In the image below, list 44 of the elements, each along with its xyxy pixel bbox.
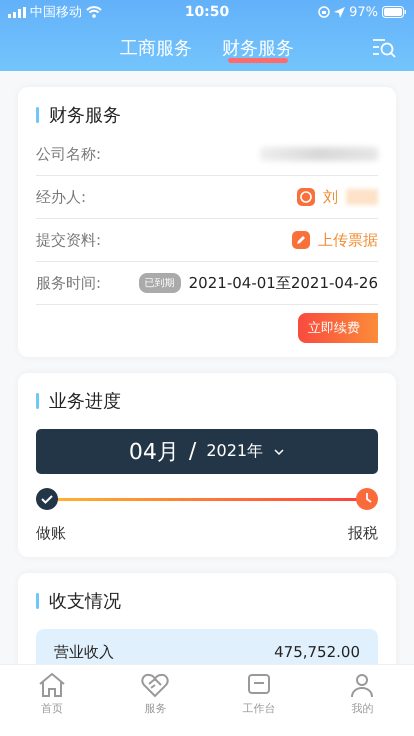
card-title: 业务进度: [49, 390, 121, 413]
wifi-icon: [86, 6, 102, 18]
status-time: 10:50: [184, 4, 230, 20]
signal-icon: [8, 6, 26, 18]
battery-icon: [382, 6, 406, 18]
step-label: 报税: [348, 524, 378, 543]
income-label: 营业收入: [54, 643, 114, 662]
card-title: 收支情况: [49, 590, 121, 613]
title-accent-bar: [36, 593, 39, 609]
edit-icon: [292, 231, 310, 249]
nav-tab[interactable]: 工商服务: [120, 32, 192, 64]
step-label: 做账: [36, 524, 66, 543]
location-icon: [334, 6, 346, 18]
title-accent-bar: [36, 107, 39, 123]
upload-link[interactable]: 上传票据: [318, 230, 378, 250]
home-icon: [36, 671, 67, 699]
field-label: 提交资料:: [36, 230, 102, 250]
tab-bar-item[interactable]: 工作台: [207, 665, 310, 736]
chevron-down-icon: [273, 448, 286, 456]
title-accent-bar: [36, 393, 39, 409]
field-label: 经办人:: [36, 188, 86, 206]
carrier-name: 中国移动: [30, 4, 82, 21]
agent-name: 刘: [323, 188, 338, 206]
field-label: 公司名称:: [36, 144, 102, 164]
year-label: 2021年: [206, 441, 264, 462]
tab-bar-item[interactable]: 我的: [310, 665, 414, 736]
search-list-icon[interactable]: [372, 38, 396, 58]
income-value: 475,752.00: [274, 643, 360, 662]
blurred-agent-name: [346, 189, 378, 205]
nav-tab[interactable]: 财务服务: [222, 32, 294, 64]
tab-bar-item[interactable]: 服务: [104, 665, 207, 736]
tab-bar-item[interactable]: 首页: [0, 665, 104, 736]
heart-handshake-icon: [140, 671, 170, 699]
lock-rotation-icon: [318, 6, 330, 18]
service-period: 2021-04-01至2021-04-26: [188, 274, 378, 292]
battery-percent: 97%: [349, 4, 378, 20]
renew-button[interactable]: 立即续费: [298, 313, 378, 343]
month-picker[interactable]: 04月 / 2021年: [36, 429, 378, 474]
card-title: 财务服务: [49, 104, 121, 127]
month-label: 04月: [128, 438, 179, 466]
separator: /: [188, 439, 196, 464]
agent-avatar-icon: [297, 188, 315, 206]
expired-badge: 已到期: [138, 273, 181, 293]
field-label: 服务时间:: [36, 274, 102, 292]
